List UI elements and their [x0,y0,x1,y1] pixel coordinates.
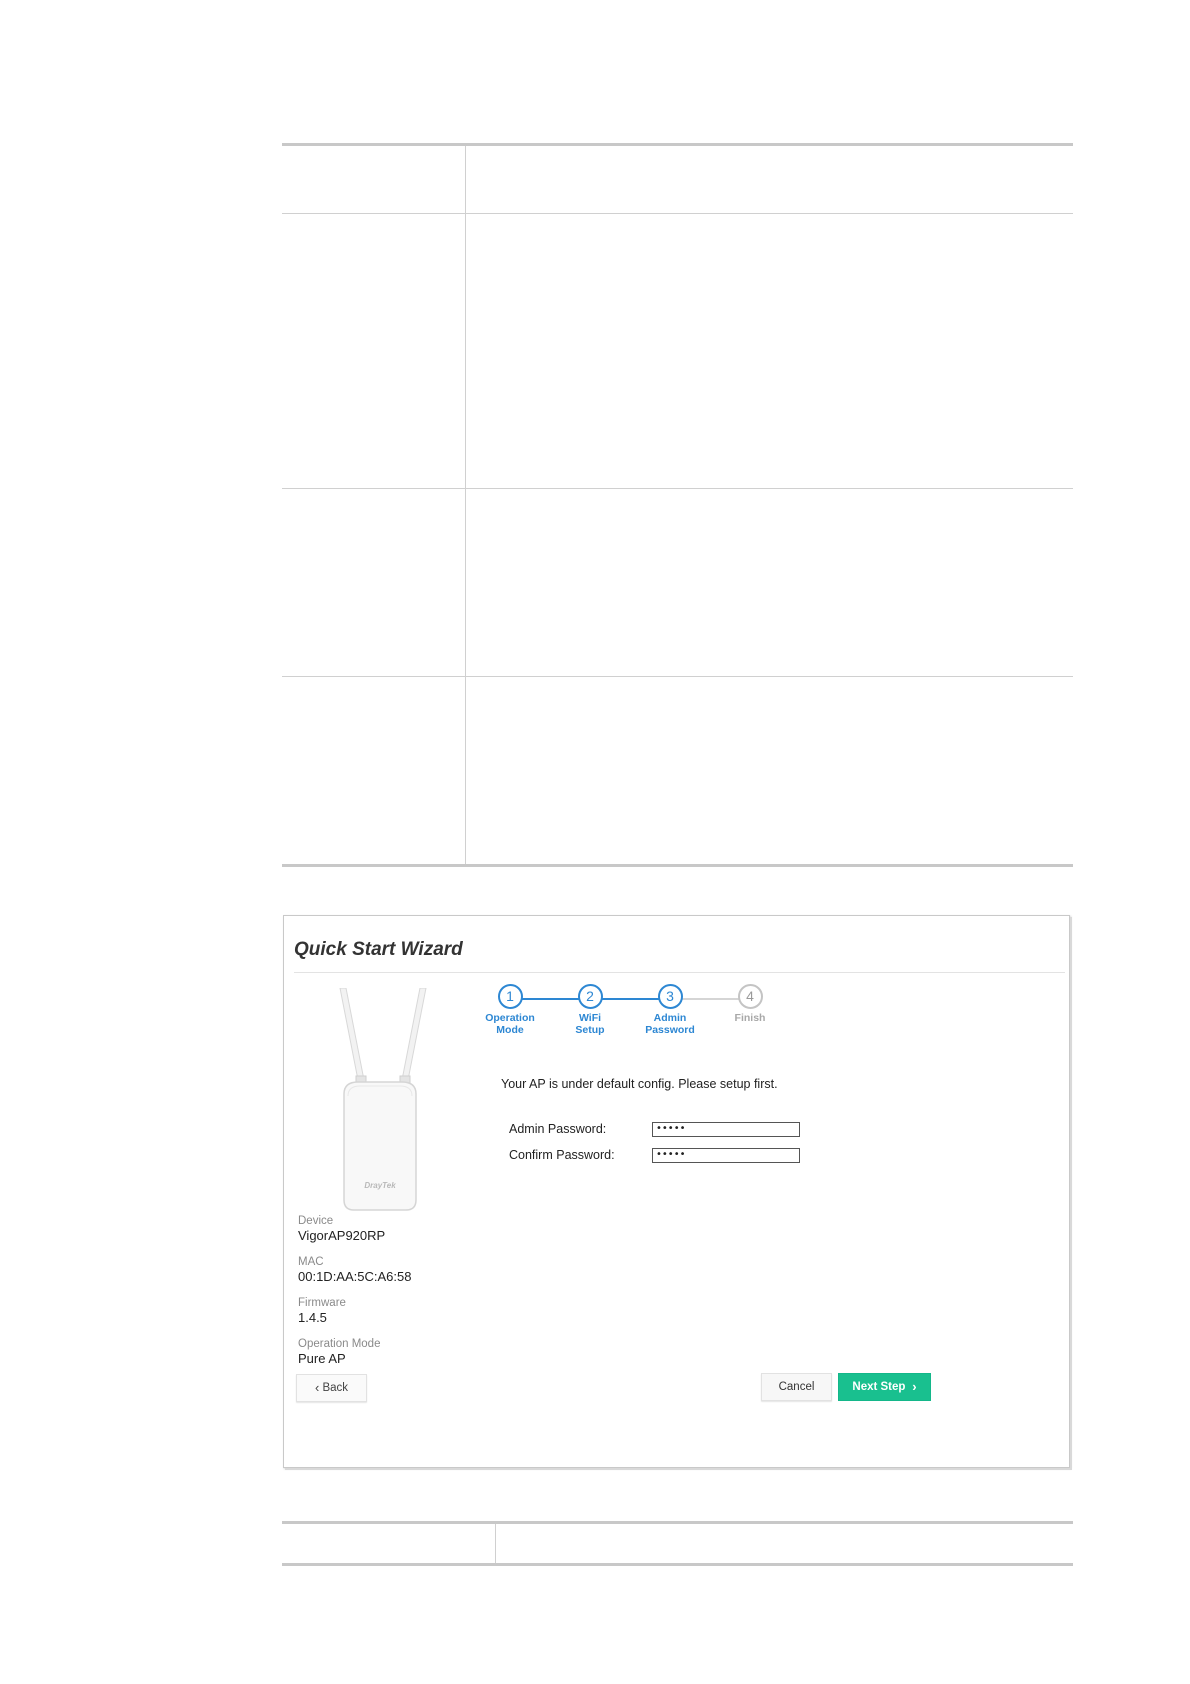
back-button-label: Back [322,1382,349,1394]
mac-label: MAC [298,1256,324,1268]
chevron-right-icon: › [908,1379,917,1394]
cancel-button-label: Cancel [778,1381,815,1393]
wizard-stepper: 1 Operation Mode 2 WiFi Setup 3 Admin Pa… [485,984,814,1054]
doc-table-cell [466,146,1073,213]
firmware-value: 1.4.5 [298,1310,327,1325]
doc-table [282,143,1073,867]
doc-table-cell [466,489,1073,676]
step-label: WiFi Setup [575,1012,605,1036]
access-point-image: DrayTek [339,988,427,1211]
step-number: 2 [577,984,603,1009]
step-label: Admin Password [645,1012,695,1036]
doc-table-row [282,146,1073,214]
brand-logo: DrayTek [364,1181,396,1190]
step-operation-mode[interactable]: 1 Operation Mode [470,984,550,1036]
confirm-password-label: Confirm Password: [509,1148,615,1162]
confirm-password-field[interactable]: ••••• [652,1148,800,1163]
step-finish[interactable]: 4 Finish [710,984,790,1024]
wizard-title: Quick Start Wizard [294,939,463,960]
step-label: Finish [734,1012,766,1024]
doc-table-cell [282,489,466,676]
doc-table-row [282,214,1073,489]
next-step-button[interactable]: Next Step › [838,1373,931,1401]
device-label: Device [298,1215,334,1227]
doc-table-row [282,489,1073,677]
back-button[interactable]: ‹ Back [296,1374,367,1402]
admin-password-label: Admin Password: [509,1122,607,1136]
step-number: 4 [737,984,763,1009]
doc-table-cell [466,214,1073,488]
step-number: 1 [497,984,523,1009]
default-config-notice: Your AP is under default config. Please … [501,1077,778,1091]
bottom-table-divider [495,1524,496,1563]
doc-table-row [282,677,1073,864]
doc-table-cell [466,677,1073,864]
doc-table-cell [282,146,466,213]
doc-table-cell [282,214,466,488]
device-info: Device VigorAP920RP MAC 00:1D:AA:5C:A6:5… [298,1214,411,1378]
step-wifi-setup[interactable]: 2 WiFi Setup [550,984,630,1036]
mac-value: 00:1D:AA:5C:A6:58 [298,1269,412,1284]
device-value: VigorAP920RP [298,1228,386,1243]
operation-mode-label: Operation Mode [298,1338,381,1350]
admin-password-field[interactable]: ••••• [652,1122,800,1137]
chevron-left-icon: ‹ [314,1380,320,1395]
cancel-button[interactable]: Cancel [761,1373,832,1401]
quick-start-wizard: Quick Start Wizard DrayTek Device VigorA… [283,915,1070,1468]
step-label: Operation Mode [485,1012,535,1036]
operation-mode-value: Pure AP [298,1351,346,1366]
next-step-button-label: Next Step [852,1381,906,1393]
doc-table-cell [282,677,466,864]
step-number: 3 [657,984,683,1009]
step-admin-password[interactable]: 3 Admin Password [630,984,710,1036]
bottom-table [282,1521,1073,1566]
firmware-label: Firmware [298,1297,346,1309]
title-divider [294,972,1065,973]
